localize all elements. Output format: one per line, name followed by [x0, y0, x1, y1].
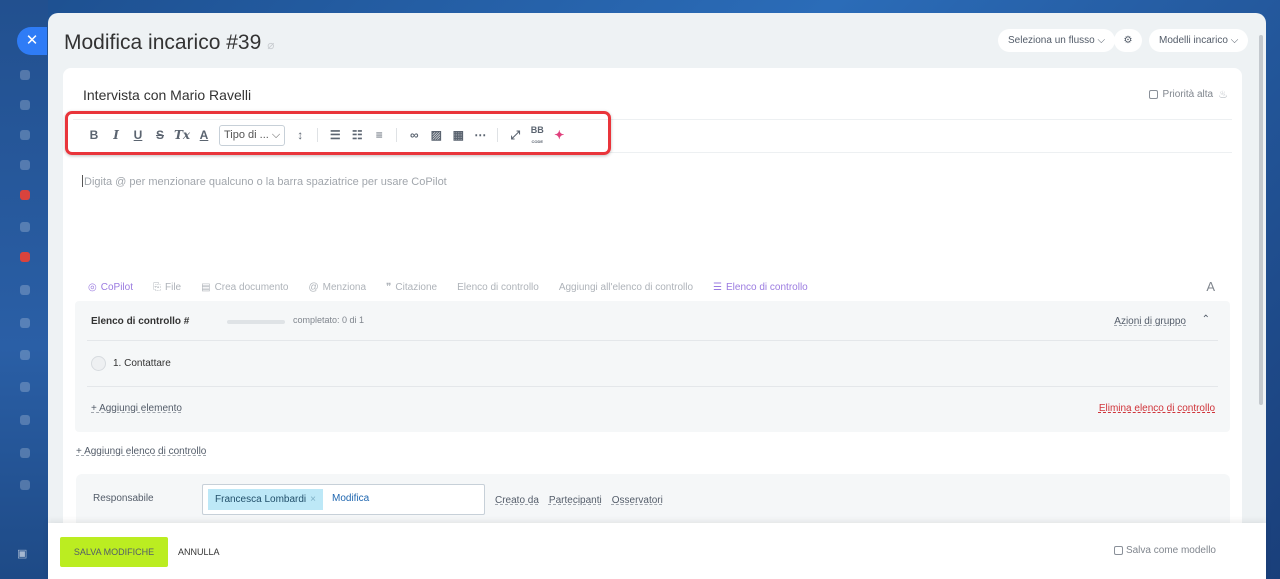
- quote-icon: ❞: [386, 281, 392, 293]
- rail-icon[interactable]: [20, 318, 30, 328]
- checklist-status: completato: 0 di 1: [293, 315, 365, 325]
- rail-icon[interactable]: [20, 350, 30, 360]
- templates-button[interactable]: Modelli incarico ⌵: [1149, 29, 1249, 52]
- priority-checkbox[interactable]: [1148, 90, 1158, 99]
- rail-icon[interactable]: [20, 190, 30, 200]
- rail-icon[interactable]: [20, 252, 30, 262]
- roles-links: Creato da Partecipanti Osservatori: [495, 495, 663, 506]
- file-label: File: [164, 281, 182, 293]
- text-caret: [82, 175, 83, 187]
- rail-icon[interactable]: [20, 222, 30, 232]
- change-responsible-link[interactable]: Modifica: [332, 493, 369, 504]
- created-by-link[interactable]: Creato da: [495, 495, 539, 506]
- rail-icon[interactable]: [20, 160, 30, 170]
- footer-bar: SALVA MODIFICHE ANNULLA Salva come model…: [48, 523, 1266, 579]
- highlight-frame: [65, 111, 611, 155]
- save-template-label: Salva come modello: [1125, 545, 1216, 556]
- checklist-title[interactable]: Elenco di controllo #: [91, 316, 189, 327]
- copilot-button[interactable]: ◎ CoPilot: [88, 282, 133, 293]
- divider: [87, 386, 1218, 387]
- paperclip-icon: ⎘: [152, 281, 161, 293]
- list-item[interactable]: 1. Contattare: [91, 356, 171, 371]
- priority-label: Priorità alta: [1162, 89, 1214, 100]
- task-title[interactable]: Intervista con Mario Ravelli: [83, 87, 251, 103]
- copilot-label: CoPilot: [100, 281, 133, 293]
- add-to-checklist-button[interactable]: Aggiungi all'elenco di controllo: [559, 282, 693, 293]
- flow-select-label: Seleziona un flusso: [1008, 35, 1095, 46]
- at-icon: @: [308, 281, 319, 293]
- save-as-template-toggle[interactable]: Salva come modello: [1113, 545, 1216, 556]
- page-title: Modifica incarico #39 ⌀: [64, 31, 275, 55]
- document-icon: ▤: [201, 281, 211, 293]
- user-chip-name: Francesca Lombardi: [215, 494, 307, 505]
- group-actions-link[interactable]: Azioni di gruppo: [1114, 316, 1186, 327]
- checklist-active-label: Elenco di controllo: [726, 281, 808, 293]
- responsible-label: Responsabile: [93, 493, 154, 504]
- mention-button[interactable]: @ Menziona: [309, 282, 367, 293]
- participants-link[interactable]: Partecipanti: [549, 495, 602, 506]
- item-checkbox[interactable]: [91, 356, 106, 371]
- chevron-down-icon: ⌵: [1097, 35, 1106, 46]
- close-icon[interactable]: ×: [310, 494, 316, 505]
- scrollbar[interactable]: [1259, 35, 1263, 405]
- page-title-text: Modifica incarico #39: [64, 31, 262, 54]
- rail-icon[interactable]: [20, 70, 30, 80]
- font-toggle-button[interactable]: A: [1206, 279, 1215, 294]
- templates-label: Modelli incarico: [1159, 35, 1228, 46]
- editor-input[interactable]: Digita @ per menzionare qualcuno o la ba…: [82, 175, 447, 188]
- save-button[interactable]: SALVA MODIFICHE: [60, 537, 168, 567]
- create-document-button[interactable]: ▤ Crea documento: [201, 282, 288, 293]
- copilot-icon: ◎: [88, 281, 97, 293]
- add-checklist-link[interactable]: + Aggiungi elenco di controllo: [76, 446, 206, 457]
- add-item-link[interactable]: + Aggiungi elemento: [91, 403, 182, 414]
- printer-icon[interactable]: ▣: [17, 547, 31, 560]
- rail-icon[interactable]: [20, 448, 30, 458]
- item-label: 1. Contattare: [113, 358, 171, 369]
- left-rail: ✕ ▣: [0, 0, 48, 579]
- user-chip[interactable]: Francesca Lombardi ×: [208, 489, 323, 510]
- link-icon[interactable]: ⌀: [267, 38, 274, 52]
- checklist: Elenco di controllo # completato: 0 di 1…: [75, 301, 1230, 432]
- quote-label: Citazione: [395, 281, 438, 293]
- editor-placeholder: Digita @ per menzionare qualcuno o la ba…: [84, 176, 447, 188]
- mention-label: Menziona: [322, 281, 367, 293]
- cancel-button[interactable]: ANNULLA: [178, 547, 220, 557]
- close-icon[interactable]: ✕: [17, 27, 47, 55]
- save-template-checkbox[interactable]: [1113, 546, 1123, 555]
- quote-button[interactable]: ❞ Citazione: [386, 282, 437, 293]
- checklist-active-button[interactable]: ☰ Elenco di controllo: [713, 282, 808, 293]
- rail-icon[interactable]: [20, 480, 30, 490]
- flame-icon: ♨: [1218, 89, 1228, 101]
- create-document-label: Crea documento: [214, 281, 289, 293]
- chevron-down-icon: ⌵: [1230, 35, 1239, 46]
- file-button[interactable]: ⎘ File: [153, 282, 181, 293]
- checklist-icon: ☰: [713, 281, 723, 293]
- chevron-up-icon[interactable]: ⌃: [1202, 314, 1210, 325]
- observers-link[interactable]: Osservatori: [612, 495, 663, 506]
- rail-icon[interactable]: [20, 285, 30, 295]
- priority-toggle[interactable]: Priorità alta ♨: [1148, 88, 1228, 101]
- responsible-field[interactable]: Francesca Lombardi × Modifica: [202, 484, 485, 515]
- rail-icon[interactable]: [20, 415, 30, 425]
- flow-select-button[interactable]: Seleziona un flusso ⌵: [998, 29, 1116, 52]
- rail-icon[interactable]: [20, 130, 30, 140]
- divider: [87, 340, 1218, 341]
- delete-checklist-link[interactable]: Elimina elenco di controllo: [1099, 403, 1215, 414]
- rail-icon[interactable]: [20, 382, 30, 392]
- rail-icon[interactable]: [20, 100, 30, 110]
- checklist-button[interactable]: Elenco di controllo: [457, 282, 539, 293]
- gear-icon[interactable]: ⚙: [1114, 29, 1142, 52]
- checklist-progress: [227, 320, 285, 324]
- editor-actions: ◎ CoPilot ⎘ File ▤ Crea documento @ Menziona…: [88, 279, 1222, 295]
